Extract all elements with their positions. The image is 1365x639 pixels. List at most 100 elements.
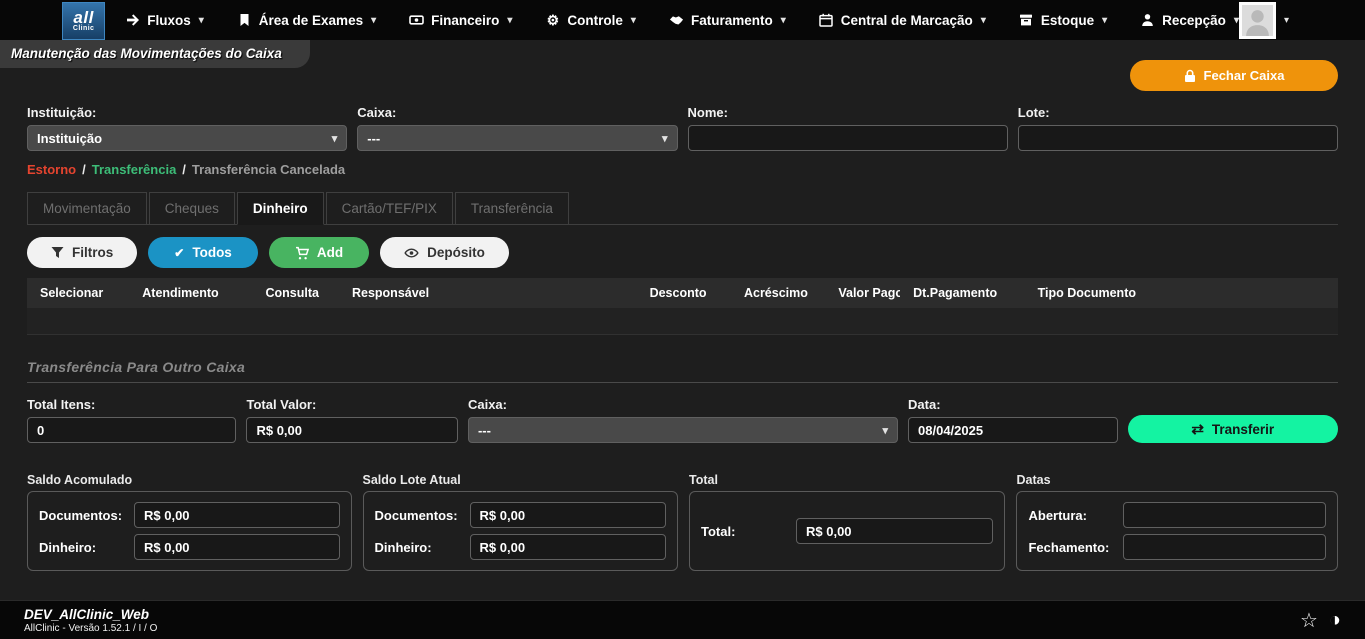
datas-panel-title: Datas — [1016, 473, 1338, 487]
tab-cartao-tef-pix[interactable]: Cartão/TEF/PIX — [326, 192, 453, 225]
footer: DEV_AllClinic_Web AllClinic - Versão 1.5… — [0, 600, 1365, 639]
fechamento-input[interactable] — [1123, 534, 1326, 560]
chevron-down-icon: ▾ — [332, 132, 338, 145]
abertura-label: Abertura: — [1028, 508, 1123, 523]
calendar-icon — [819, 13, 834, 28]
col-responsavel: Responsável — [339, 286, 637, 300]
tab-transferencia[interactable]: Transferência — [455, 192, 569, 225]
todos-label: Todos — [192, 245, 232, 260]
allclinic-logo[interactable]: all Clinic — [62, 2, 105, 40]
caixa-label: Caixa: — [357, 105, 677, 120]
nav-item-controle[interactable]: ⚙ Controle ▾ — [545, 13, 636, 28]
total-input[interactable] — [796, 518, 993, 544]
nav-item-faturamento[interactable]: Faturamento ▾ — [669, 13, 786, 28]
filtros-button[interactable]: Filtros — [27, 237, 137, 268]
lote-input[interactable] — [1018, 125, 1338, 151]
section-divider — [27, 382, 1338, 383]
panel-row: Documentos: — [39, 502, 340, 528]
tab-movimentacao[interactable]: Movimentação — [27, 192, 147, 225]
transfer-arrows-icon: ⇄ — [1191, 422, 1204, 437]
panel-row: Abertura: — [1028, 502, 1326, 528]
nav-item-recepcao[interactable]: Recepção ▾ — [1140, 13, 1239, 28]
nav-item-estoque[interactable]: Estoque ▾ — [1019, 13, 1107, 28]
chevron-down-icon: ▾ — [981, 15, 986, 26]
check-icon: ✔ — [174, 247, 184, 259]
movements-table: Selecionar Atendimento Consulta Responsá… — [27, 278, 1338, 335]
nav-item-label: Controle — [567, 13, 623, 28]
total-valor-input[interactable] — [246, 417, 458, 443]
saldo-lote-dinheiro-input[interactable] — [470, 534, 666, 560]
nav-item-area-de-exames[interactable]: Área de Exames ▾ — [237, 13, 376, 28]
person-icon — [1140, 13, 1155, 28]
logo-text: all — [73, 10, 93, 25]
cart-icon — [295, 246, 309, 260]
deposito-button[interactable]: Depósito — [380, 237, 509, 268]
nav-item-label: Estoque — [1041, 13, 1094, 28]
saldo-lote-documentos-input[interactable] — [470, 502, 666, 528]
filter-icon — [51, 246, 64, 259]
tab-cheques[interactable]: Cheques — [149, 192, 235, 225]
col-desconto: Desconto — [637, 286, 731, 300]
transfer-section-title: Transferência Para Outro Caixa — [27, 359, 1338, 375]
transferir-button[interactable]: ⇄ Transferir — [1128, 415, 1339, 443]
logo-subtext: Clinic — [73, 25, 94, 32]
box-icon — [1019, 13, 1034, 28]
filter-row: Instituição: Instituição ▾ Caixa: --- ▾ … — [27, 105, 1338, 151]
caixa-select[interactable]: --- ▾ — [357, 125, 677, 151]
chevron-down-icon: ▾ — [882, 424, 888, 437]
nome-input[interactable] — [688, 125, 1008, 151]
nav-item-central-de-marcacao[interactable]: Central de Marcação ▾ — [819, 13, 986, 28]
filtros-label: Filtros — [72, 245, 113, 260]
transfer-caixa-select[interactable]: --- ▾ — [468, 417, 898, 443]
instituicao-select[interactable]: Instituição ▾ — [27, 125, 347, 151]
nav-item-financeiro[interactable]: Financeiro ▾ — [409, 13, 512, 28]
legend-separator: / — [182, 162, 186, 177]
saldo-acumulado-dinheiro-input[interactable] — [134, 534, 340, 560]
nome-label: Nome: — [688, 105, 1008, 120]
chevron-down-icon: ▾ — [1284, 15, 1289, 26]
handshake-icon — [669, 13, 684, 28]
chevron-down-icon: ▾ — [662, 132, 668, 145]
nav-item-fluxos[interactable]: Fluxos ▾ — [125, 13, 204, 28]
transferir-label: Transferir — [1212, 422, 1274, 437]
fechar-caixa-button[interactable]: Fechar Caixa — [1130, 60, 1338, 91]
money-icon — [409, 13, 424, 28]
table-empty-body — [27, 308, 1338, 335]
transfer-caixa-label: Caixa: — [468, 397, 898, 412]
abertura-input[interactable] — [1123, 502, 1326, 528]
total-itens-label: Total Itens: — [27, 397, 236, 412]
tab-dinheiro[interactable]: Dinheiro — [237, 192, 324, 225]
todos-button[interactable]: ✔ Todos — [148, 237, 258, 268]
dinheiro-label: Dinheiro: — [375, 540, 470, 555]
total-itens-input[interactable] — [27, 417, 236, 443]
instituicao-label: Instituição: — [27, 105, 347, 120]
summary-panels: Saldo Acomulado Documentos: Dinheiro: Sa… — [27, 473, 1338, 571]
col-dt-pagamento: Dt.Pagamento — [900, 286, 1025, 300]
data-input[interactable] — [908, 417, 1117, 443]
contrast-icon[interactable]: ◑ — [1329, 609, 1341, 632]
dinheiro-label: Dinheiro: — [39, 540, 134, 555]
main-content: Fechar Caixa Instituição: Instituição ▾ … — [0, 60, 1365, 571]
payment-tabs: Movimentação Cheques Dinheiro Cartão/TEF… — [27, 192, 1338, 225]
lote-field: Lote: — [1018, 105, 1338, 151]
footer-app-name: DEV_AllClinic_Web — [24, 607, 157, 622]
fechar-caixa-label: Fechar Caixa — [1204, 68, 1285, 83]
panel-row: Documentos: — [375, 502, 666, 528]
arrow-right-icon — [125, 13, 140, 28]
panel-row: Dinheiro: — [39, 534, 340, 560]
total-panel-title: Total — [689, 473, 1005, 487]
data-label: Data: — [908, 397, 1117, 412]
col-acrescimo: Acréscimo — [731, 286, 825, 300]
total-valor-field: Total Valor: — [246, 397, 458, 443]
action-buttons: Filtros ✔ Todos Add Depósito — [27, 237, 1338, 268]
col-consulta: Consulta — [252, 286, 339, 300]
star-icon[interactable]: ☆ — [1300, 608, 1318, 633]
transfer-caixa-selected-value: --- — [478, 423, 491, 438]
add-button[interactable]: Add — [269, 237, 369, 268]
page-title: Manutenção das Movimentações do Caixa — [0, 40, 310, 68]
saldo-lote-panel: Saldo Lote Atual Documentos: Dinheiro: — [363, 473, 678, 571]
nav-item-label: Recepção — [1162, 13, 1226, 28]
saldo-acumulado-documentos-input[interactable] — [134, 502, 340, 528]
nav-item-label: Faturamento — [691, 13, 773, 28]
user-menu[interactable]: ▾ — [1239, 2, 1289, 39]
